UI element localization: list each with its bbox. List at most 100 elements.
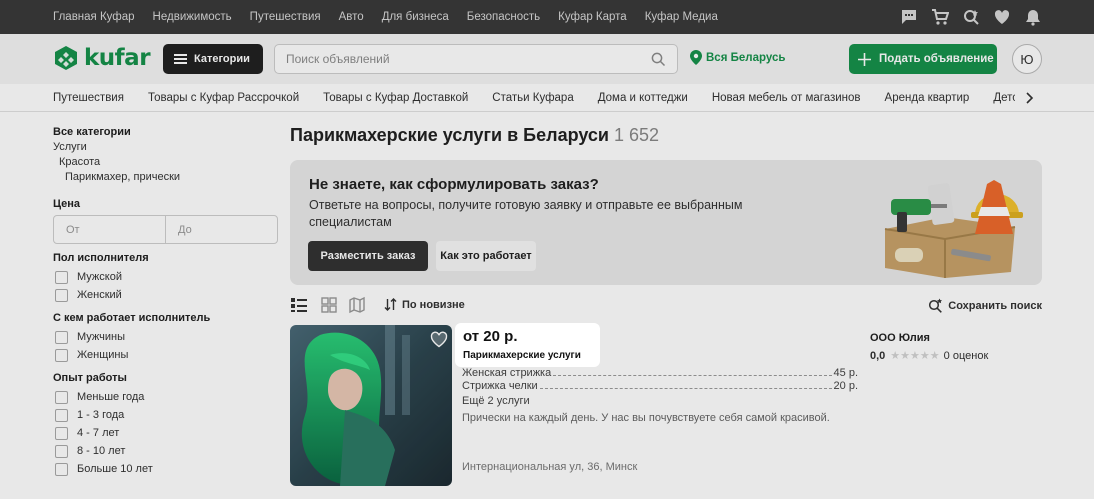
filter-checkbox[interactable]: 8 - 10 лет	[53, 442, 153, 460]
star-icon: ★	[890, 350, 901, 362]
top-icons	[900, 0, 1042, 34]
categories-label: Категории	[194, 53, 250, 65]
location-pin-icon	[690, 50, 702, 65]
category-strip: Путешествия Товары с Куфар Рассрочкой Това…	[0, 84, 1094, 112]
top-link[interactable]: Для бизнеса	[382, 11, 449, 23]
checkbox-label: Больше 10 лет	[77, 463, 153, 475]
service-row: Стрижка челки 20 р.	[462, 380, 858, 392]
top-link[interactable]: Авто	[339, 11, 364, 23]
kufar-logo[interactable]: kufar	[53, 43, 151, 73]
crumb-hairdresser[interactable]: Парикмахер, прически	[65, 171, 180, 183]
how-it-works-button[interactable]: Как это работает	[436, 241, 536, 271]
crumb-services[interactable]: Услуги	[53, 141, 87, 153]
region-label: Вся Беларусь	[706, 51, 786, 64]
filter-checkbox[interactable]: 4 - 7 лет	[53, 424, 153, 442]
top-link[interactable]: Куфар Карта	[558, 11, 627, 23]
grid-view-icon[interactable]	[320, 296, 338, 314]
heart-icon[interactable]	[993, 8, 1011, 26]
checkbox[interactable]	[55, 288, 68, 302]
service-price: 20 р.	[833, 380, 858, 392]
chevron-right-icon[interactable]	[1022, 91, 1036, 105]
top-link[interactable]: Безопасность	[467, 11, 540, 23]
place-order-button[interactable]: Разместить заказ	[308, 241, 428, 271]
checkbox[interactable]	[55, 426, 68, 440]
all-categories-link[interactable]: Все категории	[53, 126, 131, 138]
results-toolbar: По новизне Сохранить поиск	[290, 296, 1042, 314]
sort-selector[interactable]: По новизне	[384, 298, 465, 311]
search-icon[interactable]	[651, 52, 666, 67]
category-strip-item[interactable]: Статьи Куфара	[492, 92, 573, 104]
crumb-beauty[interactable]: Красота	[59, 156, 100, 168]
saved-search-icon[interactable]	[962, 8, 980, 26]
price-to-input[interactable]: До	[165, 216, 277, 243]
checkbox[interactable]	[55, 330, 68, 344]
save-search-label: Сохранить поиск	[948, 299, 1042, 312]
listing-price: от 20 р.	[463, 328, 518, 345]
top-link[interactable]: Путешествия	[250, 11, 321, 23]
gender-options: Мужской Женский	[53, 268, 122, 304]
checkbox[interactable]	[55, 408, 68, 422]
cart-icon[interactable]	[931, 8, 950, 26]
checkbox-label: 8 - 10 лет	[77, 445, 126, 457]
filter-checkbox[interactable]: Мужчины	[53, 328, 128, 346]
bell-icon[interactable]	[1024, 8, 1042, 26]
logo-text: kufar	[84, 45, 151, 71]
highlighted-price-box[interactable]: от 20 р. Парикмахерские услуги	[455, 323, 600, 367]
seller-name[interactable]: ООО Юлия	[870, 332, 930, 344]
list-view-icon[interactable]	[290, 296, 308, 314]
sort-icon	[384, 298, 397, 311]
top-navigation-bar: Главная Куфар Недвижимость Путешествия Авто…	[0, 0, 1094, 34]
filter-checkbox[interactable]: Меньше года	[53, 388, 153, 406]
post-ad-button[interactable]: Подать объявление	[849, 44, 997, 74]
filter-checkbox[interactable]: Женский	[53, 286, 122, 304]
listing-category: Парикмахерские услуги	[463, 350, 581, 361]
menu-icon	[174, 54, 187, 64]
filter-checkbox[interactable]: Женщины	[53, 346, 128, 364]
post-ad-label: Подать объявление	[879, 53, 994, 65]
listing-image[interactable]	[290, 325, 452, 486]
checkbox-label: Меньше года	[77, 391, 145, 403]
filter-checkbox[interactable]: Больше 10 лет	[53, 460, 153, 478]
order-banner: Не знаете, как сформулировать заказ? Отв…	[290, 160, 1042, 285]
top-link[interactable]: Куфар Медиа	[645, 11, 718, 23]
top-link[interactable]: Недвижимость	[153, 11, 232, 23]
category-strip-item[interactable]: Путешествия	[53, 92, 124, 104]
star-icon: ★	[900, 350, 911, 362]
checkbox[interactable]	[55, 462, 68, 476]
chat-icon[interactable]	[900, 8, 918, 26]
favorite-heart-icon[interactable]	[430, 331, 448, 348]
search-box	[274, 44, 678, 74]
price-from-input[interactable]: От	[54, 216, 165, 243]
checkbox[interactable]	[55, 270, 68, 284]
rating-count: 0 оценок	[943, 349, 989, 362]
checkbox[interactable]	[55, 444, 68, 458]
banner-text: Ответьте на вопросы, получите готовую за…	[309, 198, 743, 229]
checkbox-label: Мужчины	[77, 331, 126, 343]
more-services-link[interactable]: Ещё 2 услуги	[462, 395, 530, 407]
filter-checkbox[interactable]: 1 - 3 года	[53, 406, 153, 424]
category-strip-item[interactable]: Товары с Куфар Рассрочкой	[148, 92, 299, 104]
checkbox[interactable]	[55, 348, 68, 362]
save-search-button[interactable]: Сохранить поиск	[928, 298, 1042, 313]
category-strip-item[interactable]: Детск	[993, 92, 1015, 104]
avatar[interactable]: Ю	[1012, 44, 1042, 74]
region-selector[interactable]: Вся Беларусь	[690, 50, 785, 65]
search-input[interactable]	[286, 52, 646, 66]
top-link[interactable]: Главная Куфар	[53, 11, 135, 23]
checkbox-label: Женский	[77, 289, 122, 301]
category-strip-item[interactable]: Аренда квартир	[885, 92, 970, 104]
categories-button[interactable]: Категории	[163, 44, 263, 74]
works-with-options: Мужчины Женщины	[53, 328, 128, 364]
plus-icon	[858, 52, 871, 66]
rating-stars: ★★★★★	[890, 349, 939, 362]
category-strip-item[interactable]: Новая мебель от магазинов	[712, 92, 861, 104]
filter-checkbox[interactable]: Мужской	[53, 268, 122, 286]
map-view-icon[interactable]	[348, 296, 366, 314]
experience-heading: Опыт работы	[53, 372, 127, 384]
top-links: Главная Куфар Недвижимость Путешествия Авто…	[53, 0, 736, 34]
category-strip-item[interactable]: Товары с Куфар Доставкой	[323, 92, 468, 104]
seller-rating: 0,0 ★★★★★ 0 оценок	[870, 349, 989, 363]
checkbox[interactable]	[55, 390, 68, 404]
listing-card[interactable]: Женская стрижка 45 р. Стрижка челки 20 р…	[290, 325, 1042, 487]
category-strip-item[interactable]: Дома и коттеджи	[598, 92, 688, 104]
